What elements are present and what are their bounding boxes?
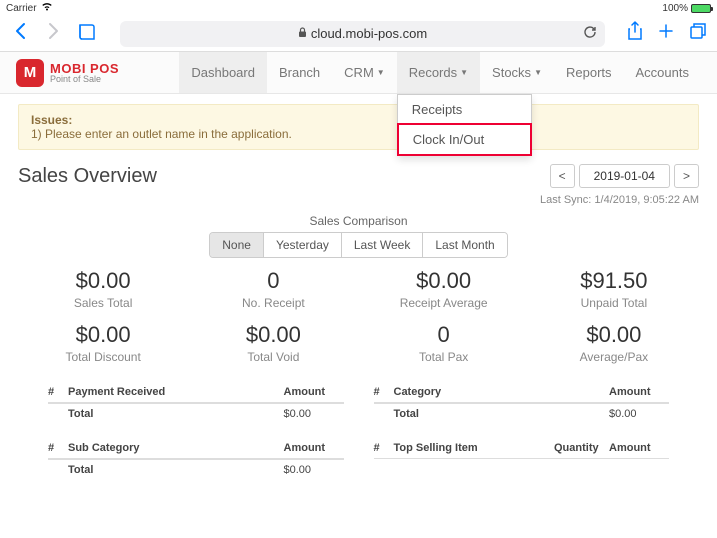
seg-last-month[interactable]: Last Month [423,233,506,257]
bookmarks-icon[interactable] [78,23,98,44]
nav-stocks[interactable]: Stocks▼ [480,52,554,93]
comparison-title: Sales Comparison [18,214,699,228]
nav-reports[interactable]: Reports [554,52,624,93]
no-receipt-value: 0 [188,268,358,294]
back-button[interactable] [10,22,30,46]
caret-icon: ▼ [460,68,468,77]
battery-pct: 100% [662,3,688,14]
seg-none[interactable]: None [210,233,264,257]
battery-icon [691,4,711,13]
tabs-icon[interactable] [689,22,707,45]
category-table: # Category Amount Total $0.00 [374,382,670,424]
nav-accounts[interactable]: Accounts [624,52,701,93]
caret-icon: ▼ [534,68,542,77]
caret-icon: ▼ [377,68,385,77]
total-discount-label: Total Discount [18,350,188,364]
top-selling-table: # Top Selling Item Quantity Amount [374,438,670,480]
seg-last-week[interactable]: Last Week [342,233,423,257]
forward-button[interactable] [44,22,64,46]
date-prev-button[interactable]: < [550,164,575,188]
logo-icon[interactable]: M [16,59,44,87]
lock-icon [298,27,307,41]
issues-alert: Issues: 1) Please enter an outlet name i… [18,104,699,150]
nav-branch[interactable]: Branch [267,52,332,93]
alert-message: 1) Please enter an outlet name in the ap… [31,127,292,141]
unpaid-total-value: $91.50 [529,268,699,294]
date-next-button[interactable]: > [674,164,699,188]
url-text: cloud.mobi-pos.com [311,26,427,41]
page-title: Sales Overview [18,165,550,188]
nav-dashboard[interactable]: Dashboard [179,52,267,93]
app-navbar: M MOBI POS Point of Sale Dashboard Branc… [0,52,717,94]
sales-total-label: Sales Total [18,296,188,310]
date-picker[interactable]: 2019-01-04 [579,164,670,188]
dropdown-clock-in-out[interactable]: Clock In/Out [397,123,532,156]
unpaid-total-label: Unpaid Total [529,296,699,310]
seg-yesterday[interactable]: Yesterday [264,233,342,257]
payment-received-table: # Payment Received Amount Total $0.00 [48,382,344,424]
wifi-icon [41,2,53,14]
nav-records[interactable]: Records▼ Receipts Clock In/Out [397,52,480,93]
average-pax-label: Average/Pax [529,350,699,364]
last-sync: Last Sync: 1/4/2019, 9:05:22 AM [18,194,699,206]
carrier-label: Carrier [6,3,37,14]
address-bar[interactable]: cloud.mobi-pos.com [120,21,605,47]
no-receipt-label: No. Receipt [188,296,358,310]
reload-icon[interactable] [583,25,597,42]
total-pax-label: Total Pax [359,350,529,364]
comparison-segment: None Yesterday Last Week Last Month [209,232,507,258]
share-icon[interactable] [627,21,643,46]
total-void-label: Total Void [188,350,358,364]
sales-total-value: $0.00 [18,268,188,294]
receipt-average-label: Receipt Average [359,296,529,310]
sub-category-table: # Sub Category Amount Total $0.00 [48,438,344,480]
logo-text[interactable]: MOBI POS Point of Sale [50,62,119,84]
average-pax-value: $0.00 [529,322,699,348]
records-dropdown: Receipts Clock In/Out [397,94,532,156]
metrics-grid: $0.00 0 $0.00 $91.50 Sales Total No. Rec… [18,268,699,374]
dropdown-receipts[interactable]: Receipts [398,95,531,124]
total-pax-value: 0 [359,322,529,348]
new-tab-icon[interactable] [657,22,675,45]
ios-status-bar: Carrier 100% [0,0,717,16]
total-discount-value: $0.00 [18,322,188,348]
safari-toolbar: cloud.mobi-pos.com [0,16,717,52]
nav-crm[interactable]: CRM▼ [332,52,397,93]
total-void-value: $0.00 [188,322,358,348]
alert-title: Issues: [31,113,686,127]
receipt-average-value: $0.00 [359,268,529,294]
